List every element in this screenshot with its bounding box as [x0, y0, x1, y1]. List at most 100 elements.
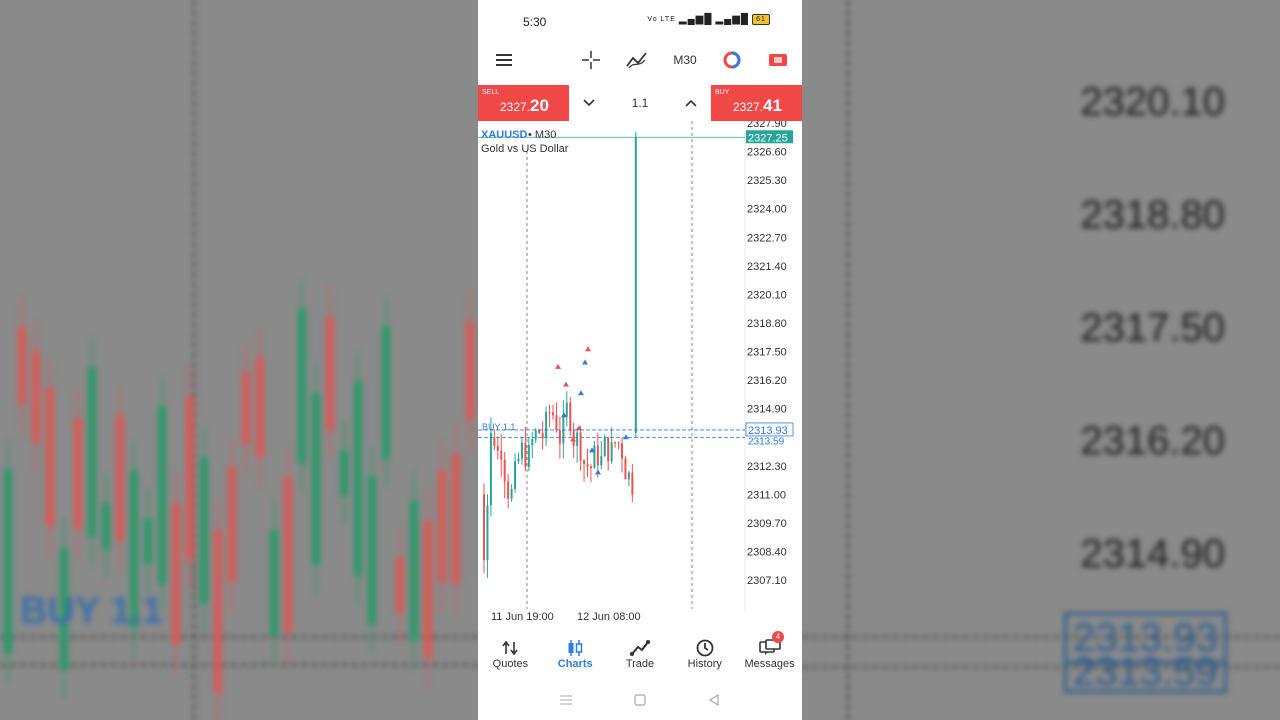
candle-body: [552, 412, 554, 416]
order-label: BUY 1.1: [482, 422, 515, 432]
price-tick-label: 2317.50: [747, 347, 787, 359]
trade-marker-icon: [623, 434, 629, 440]
bg-candle-body: [396, 557, 404, 614]
crosshair-icon[interactable]: [579, 48, 603, 72]
chevron-down-icon[interactable]: [583, 96, 595, 110]
status-bar: 5:30 Vo LTE ▂▄▆█ ▂▄▆█ 61: [478, 0, 802, 42]
trade-bar: SELL 2327.20 1.1 BUY 2327.41: [478, 85, 802, 121]
candle-body: [503, 459, 506, 482]
sell-label: SELL: [482, 89, 500, 96]
phone-screen: 5:30 Vo LTE ▂▄▆█ ▂▄▆█ 61 M30 SELL 2327.2…: [478, 0, 802, 720]
background-blur-left: BUY 1.1: [0, 0, 478, 720]
candle-body: [586, 463, 589, 467]
bg-candle-body: [340, 450, 348, 497]
chart-canvas[interactable]: 2327.90 2326.60 2325.30 2324.00 2322.70 2321.…: [478, 118, 802, 630]
nav-charts[interactable]: Charts: [543, 630, 608, 682]
chart-toolbar: M30: [478, 42, 802, 78]
price-tick-label: 2322.70: [747, 232, 787, 244]
bg-candle-body: [382, 326, 390, 460]
trade-marker-icon: [563, 381, 569, 387]
buy-button[interactable]: BUY 2327.41: [711, 85, 802, 121]
quotes-icon: [501, 638, 519, 658]
nav-messages[interactable]: 4 Messages: [737, 630, 802, 682]
nav-history[interactable]: History: [672, 630, 737, 682]
candle-body: [589, 466, 592, 469]
home-icon[interactable]: [633, 693, 647, 710]
bg-candle-body: [18, 327, 26, 404]
bg-price-label: 2317.50: [1080, 306, 1225, 350]
timeframe-label: • M30: [528, 129, 556, 141]
menu-icon[interactable]: [493, 48, 517, 72]
current-price-tag: 2327.25: [748, 132, 788, 144]
indicators-icon[interactable]: [625, 48, 649, 72]
candle-body: [548, 412, 551, 414]
candle-body: [624, 458, 627, 480]
price-tick-label: 2321.40: [747, 261, 787, 273]
bg-candle-body: [242, 372, 250, 446]
back-icon[interactable]: [707, 693, 721, 710]
candle-body: [579, 432, 582, 461]
trade-icon: [629, 638, 650, 658]
timeframe-button[interactable]: M30: [670, 48, 700, 72]
candle-body: [627, 472, 630, 480]
candle-body: [565, 402, 568, 417]
bg-order-box: 2313.59: [1064, 652, 1227, 693]
candle-body: [617, 442, 620, 444]
trade-mode-icon[interactable]: [766, 48, 790, 72]
time-label: 11 Jun 19:00: [491, 611, 554, 623]
chevron-up-icon[interactable]: [685, 96, 697, 110]
bg-candle-body: [270, 529, 278, 636]
one-click-trading-icon[interactable]: [720, 48, 744, 72]
candle-body: [520, 442, 523, 459]
bg-candle-body: [88, 366, 96, 537]
nav-label: Charts: [557, 658, 593, 670]
price-tick-label: 2312.30: [747, 461, 787, 473]
nav-label: History: [687, 658, 722, 670]
bg-order-line: [0, 636, 478, 638]
candle-body: [569, 402, 572, 430]
time-label: 12 Jun 08:00: [577, 611, 641, 623]
background-blur-right: 2320.10 2318.80 2317.50 2316.20 2314.90 …: [802, 0, 1280, 720]
price-chart[interactable]: 2327.90 2326.60 2325.30 2324.00 2322.70 2321.…: [478, 118, 802, 630]
price-tick-label: 2325.30: [747, 175, 787, 187]
price-tick-label: 2311.00: [747, 489, 786, 501]
candle-body: [531, 439, 534, 445]
price-tick-label: 2324.00: [747, 204, 787, 216]
bg-candle-body: [354, 380, 362, 576]
bg-price-label: 2318.80: [1080, 193, 1225, 237]
sell-button[interactable]: SELL 2327.20: [478, 85, 569, 121]
bg-separator: [193, 0, 195, 720]
candle-body: [631, 472, 634, 495]
price-tick-label: 2320.10: [747, 289, 787, 301]
bg-candle-body: [144, 517, 152, 564]
bg-candle-body: [298, 309, 306, 464]
volume-control: 1.1: [569, 85, 711, 121]
bg-candle-body: [228, 466, 236, 582]
bg-candle-body: [4, 468, 12, 654]
nav-label: Trade: [625, 658, 655, 670]
candle-body: [514, 461, 517, 489]
price-tick-label: 2309.70: [747, 518, 787, 530]
candle-body: [555, 415, 558, 431]
signal-icon: ▂▄▆█: [715, 14, 749, 25]
charts-icon: [566, 638, 584, 658]
bg-candle-body: [368, 476, 376, 626]
bg-candle-body: [256, 357, 264, 458]
buy-label: BUY: [715, 89, 730, 96]
candle-body: [593, 445, 596, 469]
bg-candle-body: [116, 414, 124, 542]
recent-apps-icon[interactable]: [559, 693, 573, 709]
candle-body: [538, 430, 541, 434]
bg-candle-body: [466, 321, 474, 421]
trade-marker-icon: [578, 390, 584, 396]
bg-candle-body: [452, 453, 460, 584]
volume-value[interactable]: 1.1: [632, 96, 649, 110]
candle-body: [500, 450, 503, 460]
nav-quotes[interactable]: Quotes: [478, 630, 543, 682]
sell-price: 2327.20: [500, 96, 549, 115]
trade-marker-icon: [555, 363, 561, 369]
bg-price-label: 2316.20: [1080, 419, 1225, 463]
bg-candle-body: [326, 317, 334, 431]
bg-candle-body: [410, 500, 418, 642]
nav-trade[interactable]: Trade: [608, 630, 673, 682]
